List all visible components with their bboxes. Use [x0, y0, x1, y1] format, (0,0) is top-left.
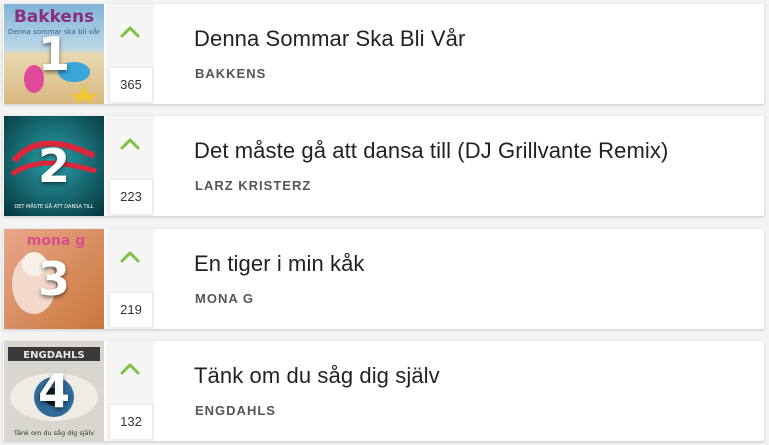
rank-number: 2 — [37, 139, 70, 193]
vote-count: 223 — [110, 180, 152, 214]
vote-count: 132 — [110, 405, 152, 439]
song-title[interactable]: En tiger i min kåk — [194, 251, 365, 277]
top-list: Bakkens Denna sommar ska bli vår 1 365 D… — [0, 0, 769, 445]
vote-count: 365 — [110, 68, 152, 102]
upvote-chevron-icon[interactable] — [118, 134, 142, 152]
album-cover[interactable]: Bakkens Denna sommar ska bli vår 1 — [4, 4, 104, 104]
song-title[interactable]: Denna Sommar Ska Bli Vår — [194, 26, 465, 52]
artist-name[interactable]: BAKKENS — [195, 66, 266, 81]
vote-panel: 223 — [106, 116, 154, 216]
upvote-chevron-icon[interactable] — [118, 359, 142, 377]
album-cover[interactable]: DET MÅSTE GÅ ATT DANSA TILL 2 — [4, 116, 104, 216]
vote-panel: 132 — [106, 341, 154, 441]
upvote-chevron-icon[interactable] — [118, 22, 142, 40]
album-cover[interactable]: ENGDAHLS Tänk om du såg dig själv 4 — [4, 341, 104, 441]
song-title[interactable]: Tänk om du såg dig själv — [194, 363, 440, 389]
rank-number: 3 — [37, 252, 70, 306]
list-item[interactable]: ENGDAHLS Tänk om du såg dig själv 4 132 … — [3, 341, 764, 441]
rank-number: 1 — [37, 27, 70, 81]
vote-panel: 219 — [106, 229, 154, 329]
vote-count: 219 — [110, 293, 152, 327]
list-item[interactable]: Bakkens Denna sommar ska bli vår 1 365 D… — [3, 4, 764, 104]
vote-panel: 365 — [106, 4, 154, 104]
list-item[interactable]: mona g 3 219 En tiger i min kåk MONA G — [3, 229, 764, 329]
album-cover[interactable]: mona g 3 — [4, 229, 104, 329]
artist-name[interactable]: ENGDAHLS — [195, 403, 276, 418]
list-item[interactable]: DET MÅSTE GÅ ATT DANSA TILL 2 223 Det må… — [3, 116, 764, 216]
artist-name[interactable]: MONA G — [195, 291, 254, 306]
song-title[interactable]: Det måste gå att dansa till (DJ Grillvan… — [194, 138, 668, 164]
artist-name[interactable]: LARZ KRISTERZ — [195, 178, 311, 193]
rank-number: 4 — [37, 364, 70, 418]
upvote-chevron-icon[interactable] — [118, 247, 142, 265]
